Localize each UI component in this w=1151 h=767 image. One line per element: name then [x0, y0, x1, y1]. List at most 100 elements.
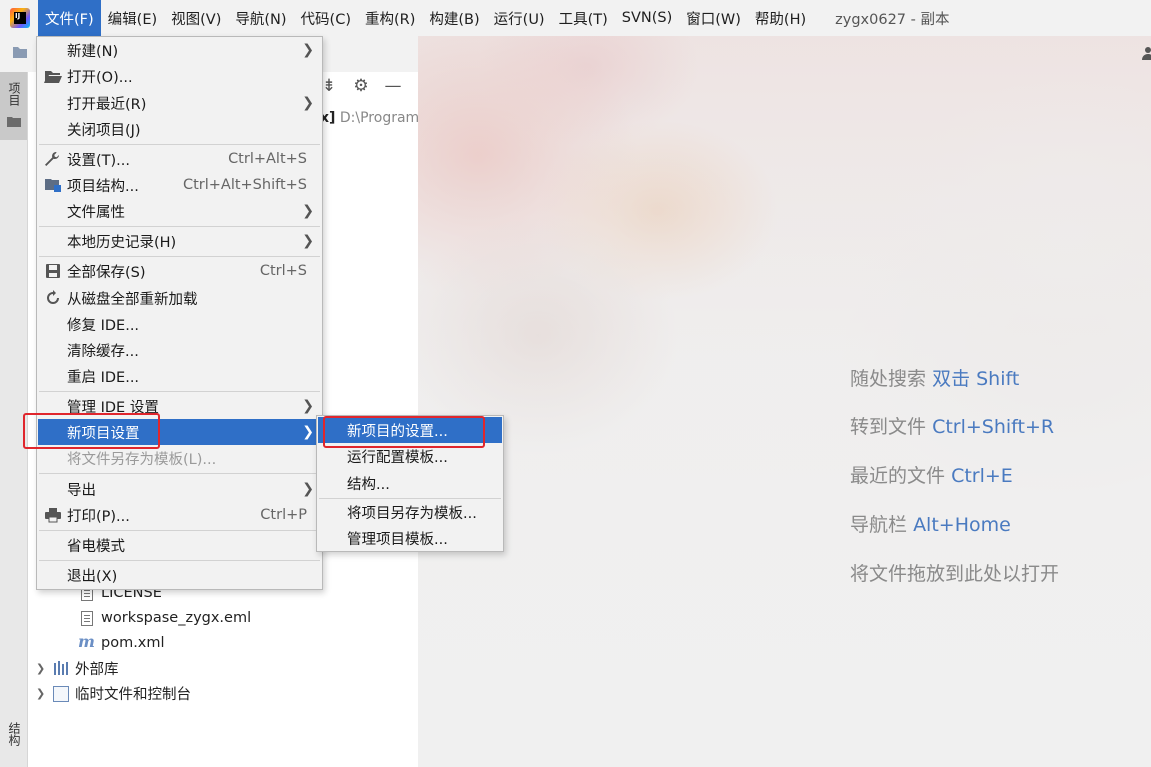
text-file-icon	[78, 610, 96, 626]
scratches-icon	[52, 685, 70, 702]
wrench-icon	[45, 152, 59, 166]
menu-window[interactable]: 窗口(W)	[679, 0, 748, 36]
menu-item-shortcut: Ctrl+S	[259, 263, 307, 279]
menu-item-label: 文件属性	[67, 204, 125, 221]
main-menu-bar: 文件(F) 编辑(E) 视图(V) 导航(N) 代码(C) 重构(R) 构建(B…	[0, 0, 1151, 36]
menu-edit[interactable]: 编辑(E)	[101, 0, 164, 36]
menu-item-invalidate-caches[interactable]: 清除缓存...	[38, 337, 321, 363]
tree-item-label: pom.xml	[101, 635, 165, 651]
menu-item-label: 省电模式	[67, 538, 125, 555]
reload-icon	[47, 290, 59, 304]
hint-drop-files: 将文件拖放到此处以打开	[850, 559, 1059, 586]
gear-icon[interactable]: ⚙	[350, 76, 372, 96]
menu-item-shortcut: Ctrl+Alt+Shift+S	[182, 177, 307, 193]
menu-item-new[interactable]: 新建(N) ❯	[38, 37, 321, 63]
menu-run[interactable]: 运行(U)	[487, 0, 552, 36]
menu-separator	[39, 391, 320, 392]
menu-item-power-save-mode[interactable]: 省电模式	[38, 532, 321, 558]
menu-separator	[39, 473, 320, 474]
submenu-item-settings-for-new-projects[interactable]: 新项目的设置...	[318, 417, 502, 443]
menu-navigate[interactable]: 导航(N)	[228, 0, 293, 36]
menu-item-label: 设置(T)...	[67, 152, 130, 169]
submenu-arrow-icon: ❯	[302, 481, 314, 497]
menu-separator	[39, 256, 320, 257]
hint-key: Alt+Home	[913, 514, 1011, 536]
tree-item-label: 临时文件和控制台	[75, 686, 191, 703]
menu-item-reload-from-disk[interactable]: 从磁盘全部重新加载	[38, 285, 321, 311]
expand-arrow-icon[interactable]: ❯	[36, 687, 46, 700]
menu-item-save-all[interactable]: 全部保存(S) Ctrl+S	[38, 258, 321, 284]
menu-item-shortcut: Ctrl+Alt+S	[228, 151, 307, 167]
submenu-item-label: 新项目的设置...	[347, 423, 448, 440]
hint-goto-file: 转到文件 Ctrl+Shift+R	[850, 412, 1054, 439]
structure-tab-label[interactable]: 结构	[6, 722, 23, 746]
submenu-arrow-icon: ❯	[302, 95, 314, 111]
file-menu-dropdown: 新建(N) ❯ 打开(O)... 打开最近(R) ❯ 关闭项目(J) 设置(T)…	[36, 36, 323, 590]
menu-item-export[interactable]: 导出 ❯	[38, 476, 321, 502]
tree-item-pom[interactable]: m pom.xml	[78, 631, 165, 655]
menu-item-label: 重启 IDE...	[67, 369, 140, 386]
tree-item-eml[interactable]: workspase_zygx.eml	[78, 606, 251, 630]
folder-open-icon	[44, 71, 62, 83]
menu-svn[interactable]: SVN(S)	[615, 0, 680, 36]
menu-item-label: 导出	[67, 482, 96, 499]
minimize-icon[interactable]: —	[382, 76, 404, 96]
menu-item-shortcut: Ctrl+P	[260, 507, 307, 523]
intellij-logo-icon	[10, 8, 30, 28]
submenu-arrow-icon: ❯	[302, 398, 314, 414]
expand-arrow-icon[interactable]: ❯	[36, 662, 46, 675]
menu-item-open-recent[interactable]: 打开最近(R) ❯	[38, 90, 321, 116]
menu-item-exit[interactable]: 退出(X)	[38, 562, 321, 588]
tree-item-label: 外部库	[75, 661, 119, 678]
hint-text: 最近的文件	[850, 465, 946, 487]
menu-item-print[interactable]: 打印(P)... Ctrl+P	[38, 502, 321, 528]
menu-item-label: 打印(P)...	[67, 508, 130, 525]
tree-item-scratches[interactable]: ❯ 临时文件和控制台	[36, 681, 191, 705]
project-tool-tab[interactable]: 项目	[0, 72, 27, 140]
submenu-item-run-config-templates[interactable]: 运行配置模板...	[318, 443, 502, 469]
menu-item-project-structure[interactable]: 项目结构... Ctrl+Alt+Shift+S	[38, 172, 321, 198]
menu-item-manage-ide-settings[interactable]: 管理 IDE 设置 ❯	[38, 393, 321, 419]
menu-item-settings[interactable]: 设置(T)... Ctrl+Alt+S	[38, 146, 321, 172]
menu-help[interactable]: 帮助(H)	[748, 0, 813, 36]
menu-item-label: 新建(N)	[67, 43, 119, 60]
menu-item-repair-ide[interactable]: 修复 IDE...	[38, 311, 321, 337]
submenu-item-manage-project-templates[interactable]: 管理项目模板...	[318, 525, 502, 551]
menu-code[interactable]: 代码(C)	[294, 0, 358, 36]
project-tab-label: 项目	[7, 82, 21, 106]
menu-build[interactable]: 构建(B)	[422, 0, 486, 36]
submenu-item-label: 结构...	[347, 476, 390, 493]
hint-navigation-bar: 导航栏 Alt+Home	[850, 510, 1011, 537]
menu-tools[interactable]: 工具(T)	[552, 0, 615, 36]
editor-background-image	[418, 36, 1151, 767]
menu-item-file-properties[interactable]: 文件属性 ❯	[38, 198, 321, 224]
submenu-item-structure[interactable]: 结构...	[318, 470, 502, 496]
libraries-icon	[52, 660, 70, 676]
menu-item-label: 修复 IDE...	[67, 317, 140, 334]
submenu-item-label: 管理项目模板...	[347, 531, 448, 548]
project-path: x] D:\Program	[320, 110, 419, 126]
user-icon[interactable]	[1141, 46, 1151, 60]
hint-text: 将文件拖放到此处以打开	[850, 563, 1060, 585]
menu-item-label: 关闭项目(J)	[67, 122, 141, 139]
menu-item-close-project[interactable]: 关闭项目(J)	[38, 116, 321, 142]
submenu-arrow-icon: ❯	[302, 203, 314, 219]
submenu-item-save-project-as-template[interactable]: 将项目另存为模板...	[318, 499, 502, 525]
menu-item-save-file-as-template: 将文件另存为模板(L)...	[38, 445, 321, 471]
tree-item-external-libraries[interactable]: ❯ 外部库	[36, 656, 119, 680]
menu-item-open[interactable]: 打开(O)...	[38, 63, 321, 89]
hint-text: 随处搜索	[850, 368, 927, 390]
menu-item-label: 管理 IDE 设置	[67, 399, 159, 416]
menu-view[interactable]: 视图(V)	[164, 0, 228, 36]
menu-refactor[interactable]: 重构(R)	[358, 0, 422, 36]
submenu-item-label: 运行配置模板...	[347, 449, 448, 466]
menu-item-restart-ide[interactable]: 重启 IDE...	[38, 363, 321, 389]
folder-icon[interactable]	[12, 45, 28, 59]
menu-item-local-history[interactable]: 本地历史记录(H) ❯	[38, 228, 321, 254]
maven-icon: m	[78, 632, 95, 651]
menu-file[interactable]: 文件(F)	[38, 0, 101, 36]
menu-item-new-project-settings[interactable]: 新项目设置 ❯	[38, 419, 321, 445]
hint-search-everywhere: 随处搜索 双击 Shift	[850, 364, 1019, 391]
new-project-settings-submenu: 新项目的设置... 运行配置模板... 结构... 将项目另存为模板... 管理…	[316, 415, 504, 552]
menu-item-label: 清除缓存...	[67, 343, 139, 360]
